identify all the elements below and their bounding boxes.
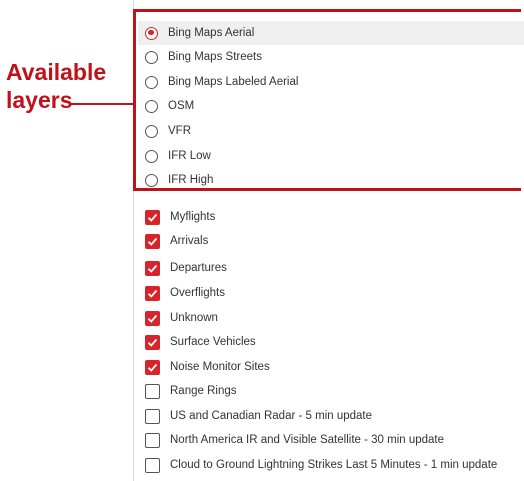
overlay-option-unknown[interactable]: Unknown [145, 306, 218, 330]
layer-option-label: Bing Maps Streets [168, 51, 262, 63]
overlay-option-label: Surface Vehicles [170, 336, 256, 348]
overlay-option-label: Cloud to Ground Lightning Strikes Last 5… [170, 459, 498, 471]
layer-option-bing-maps-aerial[interactable]: Bing Maps Aerial [138, 21, 524, 45]
overlay-option-surface-vehicles[interactable]: Surface Vehicles [145, 330, 256, 354]
available-layers-annotation: Available layers [6, 58, 106, 114]
overlay-option-myflights[interactable]: Myflights [145, 205, 215, 229]
layer-option-label: IFR Low [168, 150, 211, 162]
layer-option-label: Bing Maps Labeled Aerial [168, 76, 299, 88]
layer-option-osm[interactable]: OSM [145, 94, 194, 118]
checkbox-checked-icon[interactable] [145, 310, 160, 326]
checkbox-checked-icon[interactable] [145, 260, 160, 276]
radio-icon[interactable] [145, 75, 158, 89]
radio-icon[interactable] [145, 50, 158, 64]
radio-icon[interactable] [145, 124, 158, 138]
checkbox-checked-icon[interactable] [145, 334, 160, 350]
checkbox-icon[interactable] [145, 408, 160, 424]
layer-option-label: Bing Maps Aerial [168, 27, 255, 39]
layer-option-ifr-high[interactable]: IFR High [145, 168, 213, 192]
overlay-option-range-rings[interactable]: Range Rings [145, 379, 236, 403]
overlay-option-label: Noise Monitor Sites [170, 361, 270, 373]
overlay-option-label: Overflights [170, 287, 225, 299]
layer-option-ifr-low[interactable]: IFR Low [145, 144, 211, 168]
overlay-option-radar[interactable]: US and Canadian Radar - 5 min update [145, 404, 372, 428]
layer-option-vfr[interactable]: VFR [145, 119, 191, 143]
checkbox-checked-icon[interactable] [145, 285, 160, 301]
overlay-option-label: Arrivals [170, 235, 209, 247]
layer-option-bing-maps-streets[interactable]: Bing Maps Streets [145, 45, 262, 69]
checkbox-checked-icon[interactable] [145, 233, 160, 249]
overlay-option-overflights[interactable]: Overflights [145, 281, 225, 305]
checkbox-icon[interactable] [145, 457, 160, 473]
overlay-option-label: Unknown [170, 312, 218, 324]
radio-selected-icon[interactable] [145, 26, 158, 40]
overlay-option-label: Departures [170, 262, 227, 274]
overlay-option-label: Myflights [170, 211, 216, 223]
overlay-option-label: Range Rings [170, 385, 237, 397]
checkbox-icon[interactable] [145, 383, 160, 399]
layer-option-label: OSM [168, 100, 195, 112]
overlay-option-label: North America IR and Visible Satellite -… [170, 434, 445, 446]
annotation-line2: layers [6, 87, 73, 113]
checkbox-checked-icon[interactable] [145, 209, 160, 225]
layer-option-label: VFR [168, 125, 191, 137]
checkbox-icon[interactable] [145, 432, 160, 448]
overlay-option-departures[interactable]: Departures [145, 256, 227, 280]
overlay-option-noise-monitor-sites[interactable]: Noise Monitor Sites [145, 355, 270, 379]
annotation-pointer-line [70, 103, 133, 105]
radio-icon[interactable] [145, 99, 158, 113]
radio-icon[interactable] [145, 149, 158, 163]
overlay-option-satellite[interactable]: North America IR and Visible Satellite -… [145, 428, 444, 452]
layer-option-bing-maps-labeled-aerial[interactable]: Bing Maps Labeled Aerial [145, 70, 298, 94]
radio-icon[interactable] [145, 173, 158, 187]
overlay-option-label: US and Canadian Radar - 5 min update [170, 410, 373, 422]
layer-option-label: IFR High [168, 174, 214, 186]
overlay-option-lightning[interactable]: Cloud to Ground Lightning Strikes Last 5… [145, 453, 497, 477]
annotation-line1: Available [6, 59, 107, 85]
overlay-option-arrivals[interactable]: Arrivals [145, 229, 208, 253]
checkbox-checked-icon[interactable] [145, 359, 160, 375]
